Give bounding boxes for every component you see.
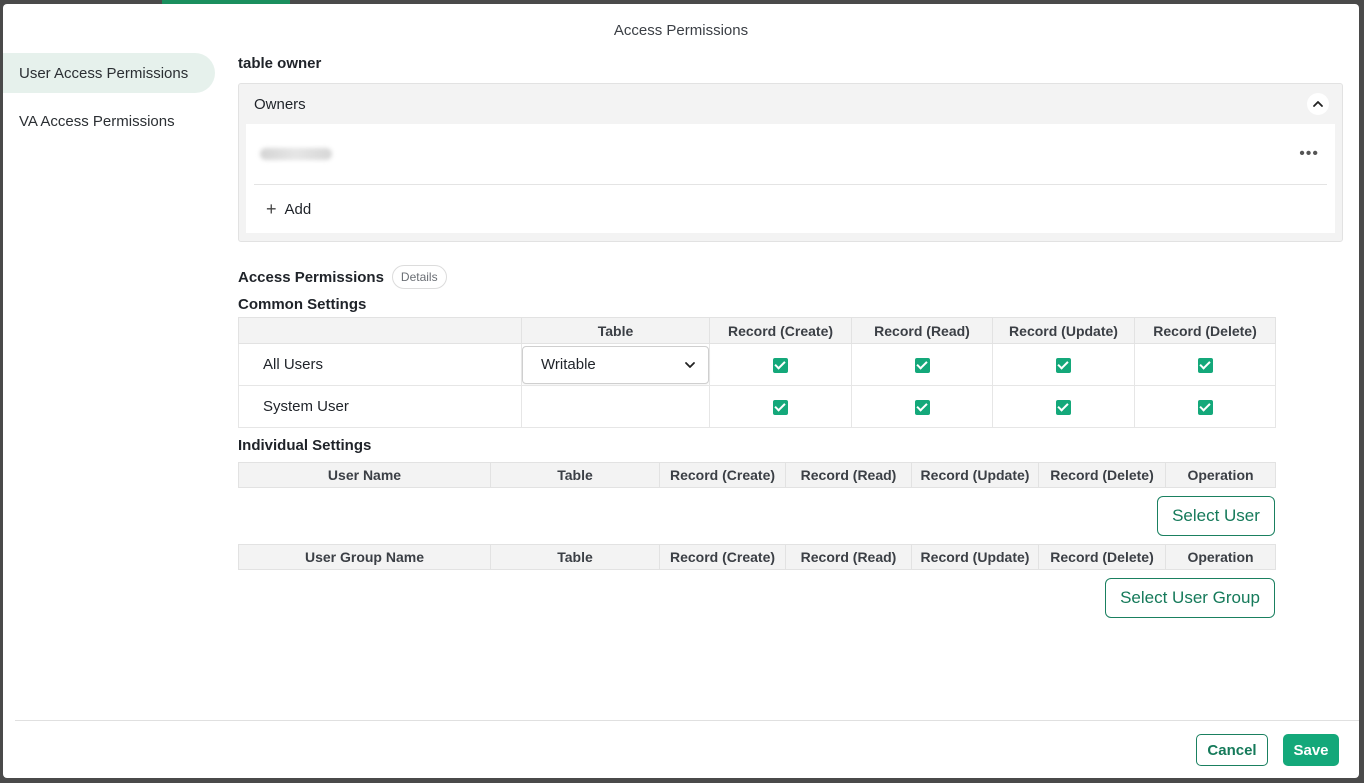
owners-panel: Owners ••• + Add [238, 83, 1343, 242]
owners-list: ••• + Add [246, 124, 1335, 233]
update-checkbox[interactable] [1056, 399, 1071, 415]
table-header-row: User Name Table Record (Create) Record (… [238, 462, 1276, 488]
column-header [238, 317, 522, 344]
cancel-button[interactable]: Cancel [1196, 734, 1268, 766]
update-cell [992, 385, 1135, 428]
column-header: Record (Read) [785, 462, 912, 488]
column-header: Record (Read) [785, 544, 912, 570]
column-header: Record (Update) [992, 317, 1135, 344]
select-group-row: Select User Group [238, 578, 1275, 618]
table-row: All Users Writable [238, 343, 1276, 386]
common-settings-heading: Common Settings [238, 296, 367, 313]
column-header: Record (Update) [911, 544, 1039, 570]
add-owner-label: Add [284, 200, 312, 218]
read-checkbox[interactable] [914, 399, 930, 415]
column-header: Record (Delete) [1038, 462, 1166, 488]
sidebar-item-va-access[interactable]: VA Access Permissions [3, 101, 215, 141]
individual-settings-heading: Individual Settings [238, 437, 372, 454]
column-header: Table [490, 544, 660, 570]
owner-name-redacted [260, 148, 332, 160]
footer-divider [15, 720, 1359, 721]
more-options-icon[interactable]: ••• [1299, 145, 1327, 163]
column-header: Table [490, 462, 660, 488]
group-permissions-table: User Group Name Table Record (Create) Re… [238, 544, 1276, 570]
owners-panel-header: Owners [246, 84, 1335, 124]
column-header: Record (Delete) [1134, 317, 1276, 344]
table-row: System User [238, 385, 1276, 428]
create-cell [709, 385, 852, 428]
owner-row: ••• [254, 124, 1327, 185]
access-permissions-heading: Access Permissions [238, 268, 384, 286]
table-header-row: Table Record (Create) Record (Read) Reco… [238, 317, 1276, 344]
owners-panel-title: Owners [254, 95, 306, 113]
details-button[interactable]: Details [391, 265, 447, 289]
add-owner-button[interactable]: + Add [254, 185, 1327, 233]
table-permission-cell [521, 385, 710, 428]
sidebar-item-label: VA Access Permissions [19, 112, 175, 130]
column-header: Record (Create) [709, 317, 852, 344]
delete-cell [1134, 343, 1276, 386]
delete-cell [1134, 385, 1276, 428]
column-header: User Name [238, 462, 491, 488]
read-checkbox[interactable] [914, 357, 930, 373]
delete-checkbox[interactable] [1197, 357, 1213, 373]
column-header: Record (Update) [911, 462, 1039, 488]
select-user-row: Select User [238, 496, 1275, 536]
select-user-button[interactable]: Select User [1157, 496, 1275, 536]
access-permissions-dialog: Access Permissions User Access Permissio… [3, 4, 1359, 778]
update-cell [992, 343, 1135, 386]
column-header: Table [521, 317, 710, 344]
update-checkbox[interactable] [1056, 357, 1071, 373]
table-permission-select[interactable]: Writable [522, 345, 709, 384]
table-header-row: User Group Name Table Record (Create) Re… [238, 544, 1276, 570]
common-settings-table: Table Record (Create) Record (Read) Reco… [238, 317, 1276, 428]
read-cell [851, 385, 993, 428]
dialog-title: Access Permissions [613, 22, 749, 39]
read-cell [851, 343, 993, 386]
save-button[interactable]: Save [1283, 734, 1339, 766]
chevron-up-icon [1313, 101, 1323, 107]
user-cell: All Users [238, 343, 522, 386]
main-content: table owner Owners ••• + Add Access Perm… [238, 53, 1343, 618]
plus-icon: + [266, 198, 277, 219]
column-header: User Group Name [238, 544, 491, 570]
column-header: Record (Create) [659, 544, 786, 570]
dialog-footer: Cancel Save [1196, 734, 1339, 766]
column-header: Operation [1165, 544, 1276, 570]
column-header: Operation [1165, 462, 1276, 488]
sidebar-item-label: User Access Permissions [19, 64, 189, 82]
select-user-group-button[interactable]: Select User Group [1105, 578, 1275, 618]
create-cell [709, 343, 852, 386]
column-header: Record (Create) [659, 462, 786, 488]
column-header: Record (Read) [851, 317, 993, 344]
column-header: Record (Delete) [1038, 544, 1166, 570]
table-permission-cell: Writable [521, 343, 710, 386]
create-checkbox[interactable] [773, 357, 788, 373]
sidebar: User Access Permissions VA Access Permis… [3, 53, 215, 149]
chevron-down-icon [685, 361, 695, 368]
user-cell: System User [238, 385, 522, 428]
table-owner-heading: table owner [238, 55, 322, 72]
access-permissions-header: Access Permissions Details [238, 264, 1343, 290]
delete-checkbox[interactable] [1197, 399, 1213, 415]
user-permissions-table: User Name Table Record (Create) Record (… [238, 462, 1276, 488]
collapse-button[interactable] [1307, 93, 1329, 115]
create-checkbox[interactable] [773, 399, 788, 415]
sidebar-item-user-access[interactable]: User Access Permissions [3, 53, 215, 93]
select-value: Writable [541, 356, 596, 373]
